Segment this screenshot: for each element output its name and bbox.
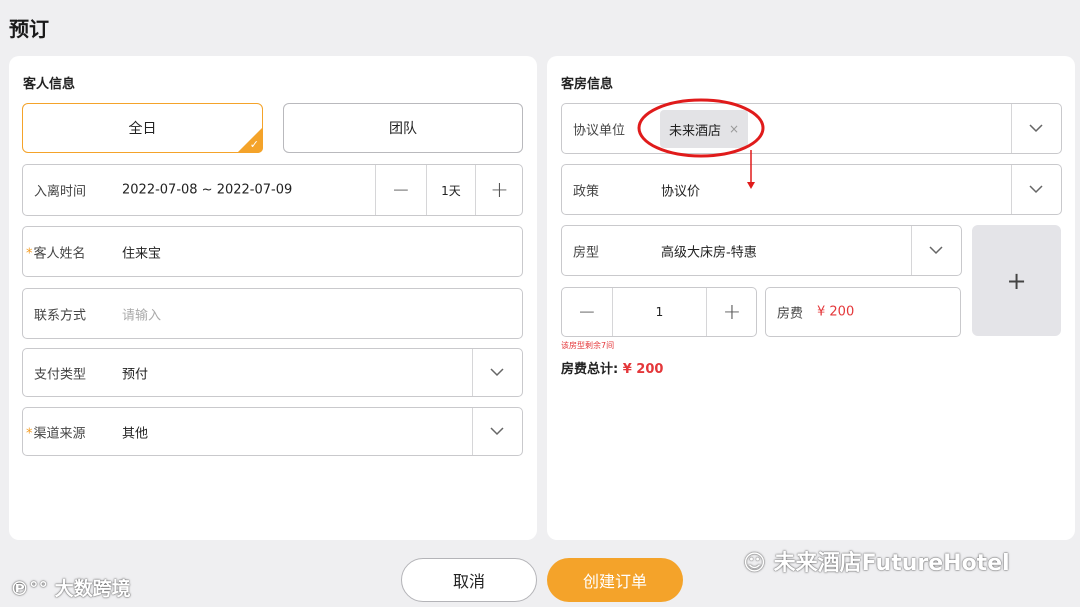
stay-dates-value[interactable]: 2022-07-08 ~ 2022-07-09 (122, 183, 292, 198)
guest-name-value: 住来宝 (122, 246, 162, 261)
guest-info-title: 客人信息 (23, 77, 76, 92)
payment-type-select[interactable]: 支付类型 预付 (22, 348, 523, 397)
create-order-button[interactable]: 创建订单 (547, 558, 683, 602)
chevron-down-icon[interactable] (472, 408, 522, 455)
stay-dates-label: 入离时间 (34, 184, 87, 200)
policy-label: 政策 (573, 184, 600, 199)
room-fee-total-label: 房费总计: (561, 362, 619, 377)
agreement-unit-label: 协议单位 (573, 123, 626, 138)
required-marker: * (26, 246, 33, 261)
watermark-logo-icon: ℗°° (10, 578, 48, 600)
tab-full-day[interactable]: 全日 ✓ (22, 103, 263, 153)
agreement-unit-tag: 未来酒店 × (660, 110, 749, 148)
payment-type-value: 预付 (122, 367, 149, 382)
room-fee-value: ¥ 200 (817, 304, 855, 320)
chevron-down-icon[interactable] (472, 349, 522, 396)
watermark-left: ℗°° 大数跨境 (10, 578, 131, 600)
payment-type-label: 支付类型 (34, 367, 87, 382)
room-type-select[interactable]: 房型 高级大床房-特惠 (561, 225, 962, 276)
room-quantity-stepper: − 1 + (561, 287, 757, 337)
page-title: 预订 (9, 17, 49, 41)
wechat-icon: ☺ (743, 551, 766, 576)
channel-label: *渠道来源 (26, 426, 86, 441)
channel-value: 其他 (122, 426, 149, 441)
stay-dates-field: 入离时间 2022-07-08 ~ 2022-07-09 − 1天 + (22, 164, 523, 216)
room-type-value: 高级大床房-特惠 (661, 245, 757, 260)
room-fee-label: 房费 (777, 306, 804, 322)
policy-value: 协议价 (661, 184, 701, 199)
room-info-title: 客房信息 (561, 77, 614, 92)
room-type-label: 房型 (573, 245, 600, 260)
add-room-button[interactable]: + (972, 225, 1061, 336)
guest-name-field[interactable]: *客人姓名 住来宝 (22, 226, 523, 277)
nights-decrement-button[interactable]: − (376, 165, 426, 215)
chevron-down-icon[interactable] (1011, 104, 1061, 153)
rooms-remaining-note: 该房型剩余7间 (561, 341, 615, 350)
room-fee-total: 房费总计: ¥ 200 (561, 358, 663, 377)
nights-value: 1天 (441, 183, 461, 198)
contact-label: 联系方式 (34, 308, 87, 323)
agreement-unit-tag-label: 未来酒店 (669, 123, 722, 139)
tab-group-label: 团队 (389, 121, 417, 137)
channel-select[interactable]: *渠道来源 其他 (22, 407, 523, 456)
cancel-button[interactable]: 取消 (401, 558, 537, 602)
close-icon[interactable]: × (729, 122, 739, 136)
contact-placeholder: 请输入 (122, 308, 162, 323)
chevron-down-icon[interactable] (911, 226, 961, 275)
tab-full-day-label: 全日 (128, 121, 157, 137)
room-fee-total-value: ¥ 200 (622, 362, 664, 377)
guest-name-label: *客人姓名 (26, 246, 86, 261)
tab-group[interactable]: 团队 (283, 103, 523, 153)
agreement-unit-select[interactable]: 协议单位 未来酒店 × (561, 103, 1062, 154)
chevron-down-icon[interactable] (1011, 165, 1061, 214)
check-icon: ✓ (249, 138, 259, 151)
required-marker: * (26, 426, 33, 441)
contact-field[interactable]: 联系方式 请输入 (22, 288, 523, 339)
quantity-value[interactable]: 1 (613, 288, 706, 336)
quantity-decrement-button[interactable]: − (562, 288, 612, 336)
policy-select[interactable]: 政策 协议价 (561, 164, 1062, 215)
room-fee-field[interactable]: 房费 ¥ 200 (765, 287, 961, 337)
nights-increment-button[interactable]: + (476, 165, 523, 215)
watermark-right: ☺ 未来酒店FutureHotel (743, 551, 1010, 576)
quantity-increment-button[interactable]: + (707, 288, 757, 336)
